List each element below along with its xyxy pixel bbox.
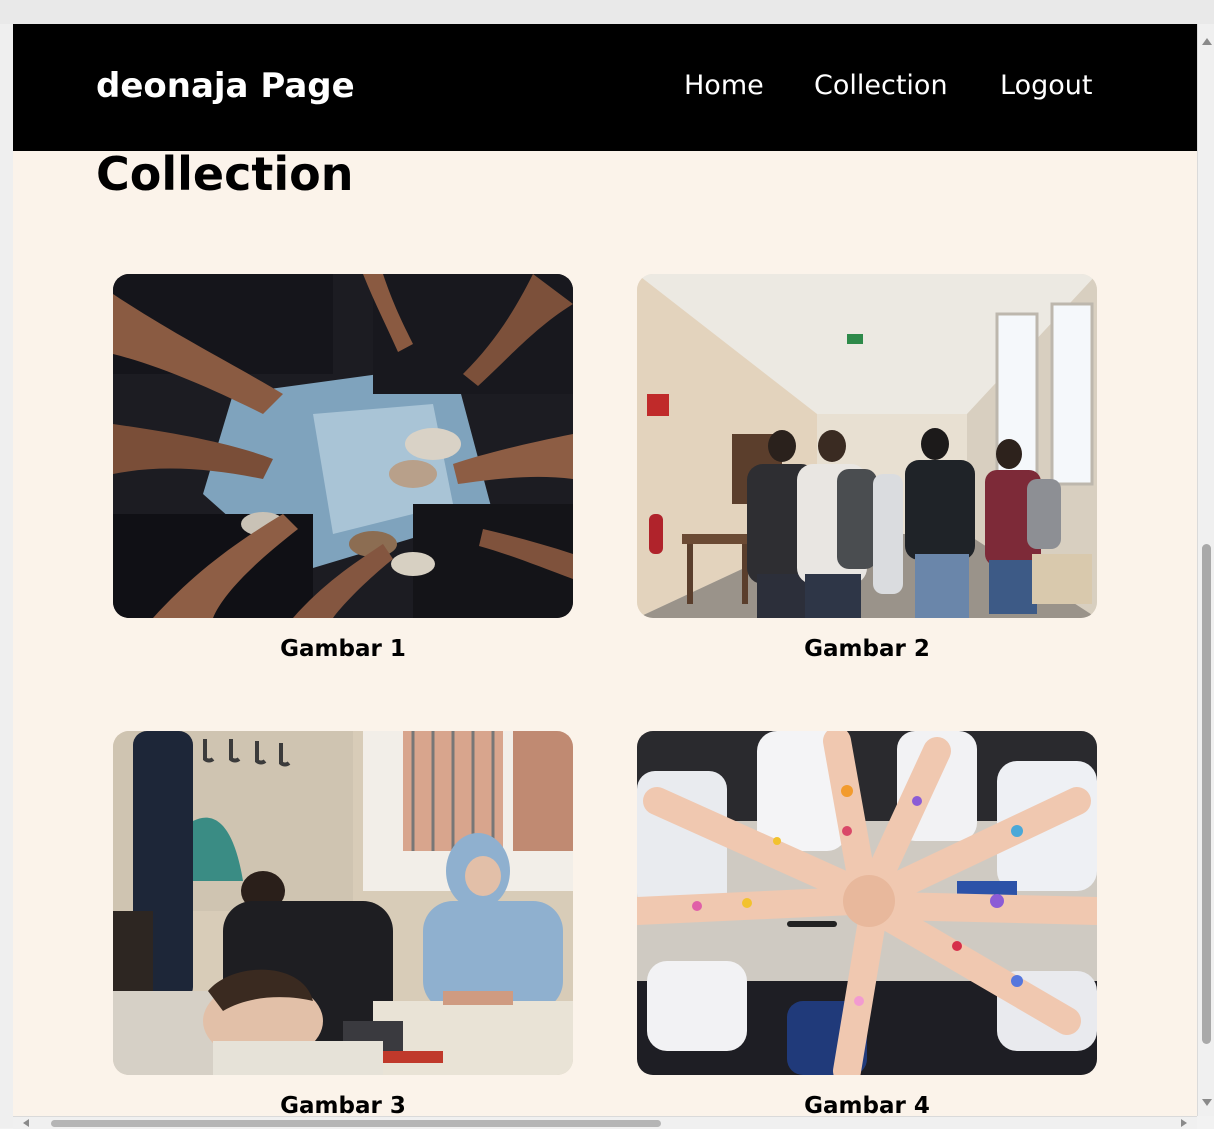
photo-hands-peace-signs [113, 274, 573, 618]
horizontal-scrollbar[interactable] [13, 1116, 1197, 1129]
nav-link-home[interactable]: Home [684, 70, 764, 101]
gallery-photo[interactable] [113, 731, 573, 1075]
navbar: deonaja Page Home Collection Logout [13, 24, 1197, 151]
gallery-caption: Gambar 1 [280, 636, 406, 662]
vertical-scrollbar[interactable] [1197, 24, 1214, 1116]
nav-link-logout[interactable]: Logout [1000, 70, 1092, 101]
gallery-caption: Gambar 4 [804, 1093, 930, 1116]
brand-title[interactable]: deonaja Page [96, 66, 355, 106]
photo-school-hallway-students [637, 274, 1097, 618]
horizontal-scroll-thumb[interactable] [51, 1120, 661, 1127]
vertical-scroll-thumb[interactable] [1202, 544, 1211, 1044]
photo-painted-arms-circle [637, 731, 1097, 1075]
gallery-caption: Gambar 2 [804, 636, 930, 662]
window-left-edge [0, 24, 13, 1128]
page-viewport: deonaja Page Home Collection Logout Coll… [13, 24, 1197, 1116]
page-heading: Collection [96, 147, 354, 201]
gallery-photo[interactable] [113, 274, 573, 618]
scroll-up-arrow-icon[interactable] [1202, 38, 1212, 45]
gallery-caption: Gambar 3 [280, 1093, 406, 1116]
gallery-photo[interactable] [637, 274, 1097, 618]
browser-top-strip [0, 0, 1214, 25]
gallery-photo[interactable] [637, 731, 1097, 1075]
nav-link-collection[interactable]: Collection [814, 70, 948, 101]
photo-classroom-students [113, 731, 573, 1075]
scroll-down-arrow-icon[interactable] [1202, 1099, 1212, 1106]
scroll-left-arrow-icon[interactable] [23, 1119, 29, 1127]
scroll-right-arrow-icon[interactable] [1181, 1119, 1187, 1127]
